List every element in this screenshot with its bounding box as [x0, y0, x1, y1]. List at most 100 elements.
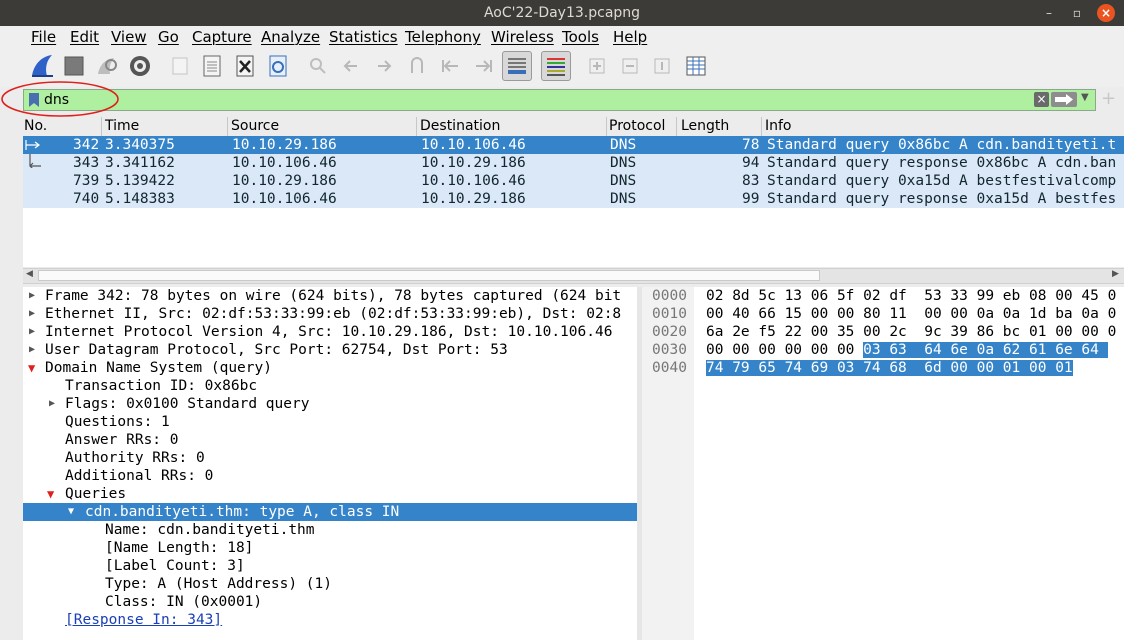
menu-capture[interactable]: Capture — [192, 28, 252, 46]
stop-capture-icon[interactable] — [59, 51, 89, 81]
tree-item-query-record[interactable]: ▼ cdn.bandityeti.thm: type A, class IN — [23, 503, 637, 521]
expand-arrow-icon: ▶ — [29, 344, 36, 355]
tree-item-questions[interactable]: Questions: 1 — [23, 413, 637, 431]
tree-item-type[interactable]: Type: A (Host Address) (1) — [23, 575, 637, 593]
tree-item-frame[interactable]: ▶ Frame 342: 78 bytes on wire (624 bits),… — [23, 287, 637, 305]
packet-row[interactable]: 342 3.340375 10.10.29.186 10.10.106.46 D… — [23, 136, 1124, 154]
open-file-icon[interactable] — [165, 51, 195, 81]
close-button[interactable]: × — [1097, 4, 1115, 22]
display-filter-bar: × ▼ — [23, 89, 1096, 111]
apply-filter-arrow-icon[interactable] — [1051, 92, 1077, 107]
maximize-button[interactable]: ▫ — [1068, 4, 1086, 22]
go-to-packet-icon[interactable] — [402, 51, 432, 81]
response-arrow-icon — [29, 154, 41, 168]
scrollbar-thumb[interactable] — [38, 270, 820, 281]
menu-wireless[interactable]: Wireless — [491, 28, 554, 46]
tree-item-name[interactable]: Name: cdn.bandityeti.thm — [23, 521, 637, 539]
tree-item-transaction-id[interactable]: Transaction ID: 0x86bc — [23, 377, 637, 395]
menu-view[interactable]: View — [111, 28, 147, 46]
hex-row[interactable]: 02 8d 5c 13 06 5f 02 df 53 33 99 eb 08 0… — [706, 287, 1116, 305]
zoom-out-icon[interactable] — [615, 51, 645, 81]
collapse-arrow-icon: ▼ — [47, 487, 55, 501]
menu-analyze[interactable]: Analyze — [261, 28, 320, 46]
capture-options-gear-icon[interactable] — [125, 51, 155, 81]
packet-details-tree: ▶ Frame 342: 78 bytes on wire (624 bits),… — [23, 287, 637, 640]
packet-bytes-pane: 0000 0010 0020 0030 0040 02 8d 5c 13 06 … — [642, 287, 1124, 640]
go-back-arrow-icon[interactable] — [336, 51, 366, 81]
red-annotation-ellipse — [1, 81, 119, 117]
column-protocol[interactable]: Protocol — [609, 118, 665, 134]
packet-row[interactable]: 739 5.139422 10.10.29.186 10.10.106.46 D… — [23, 172, 1124, 190]
go-forward-arrow-icon[interactable] — [369, 51, 399, 81]
menu-edit[interactable]: Edit — [70, 28, 99, 46]
tree-item-dns[interactable]: ▼ Domain Name System (query) — [23, 359, 637, 377]
expand-arrow-icon: ▶ — [29, 326, 36, 337]
tree-item-label-count[interactable]: [Label Count: 3] — [23, 557, 637, 575]
response-in-link[interactable]: [Response In: 343] — [23, 611, 637, 629]
highlighted-bytes: 03 63 64 6e 0a 62 61 6e 64 — [863, 342, 1108, 358]
highlighted-bytes: 74 79 65 74 69 03 74 68 6d 00 00 01 00 0… — [706, 360, 1073, 376]
shark-fin-start-icon[interactable] — [27, 51, 57, 81]
column-destination[interactable]: Destination — [420, 118, 500, 134]
autoscroll-icon[interactable] — [502, 51, 532, 81]
hex-row[interactable]: 00 00 00 00 00 00 03 63 64 6e 0a 62 61 6… — [706, 341, 1108, 359]
find-packet-search-icon[interactable] — [303, 51, 333, 81]
menu-tools[interactable]: Tools — [562, 28, 599, 46]
tree-item-flags[interactable]: ▶ Flags: 0x0100 Standard query — [23, 395, 637, 413]
menu-telephony[interactable]: Telephony — [405, 28, 481, 46]
menu-statistics[interactable]: Statistics — [329, 28, 398, 46]
tree-item-class[interactable]: Class: IN (0x0001) — [23, 593, 637, 611]
scroll-right-icon[interactable]: ▶ — [1112, 269, 1119, 279]
tree-item-authority-rrs[interactable]: Authority RRs: 0 — [23, 449, 637, 467]
resize-columns-icon[interactable] — [681, 51, 711, 81]
menu-bar: File Edit View Go Capture Analyze Statis… — [0, 26, 1124, 49]
filter-history-chevron-down-icon[interactable]: ▼ — [1081, 92, 1089, 103]
collapse-arrow-icon: ▼ — [28, 361, 36, 375]
last-packet-icon[interactable] — [468, 51, 498, 81]
minimize-button[interactable]: – — [1040, 4, 1058, 22]
packet-row[interactable]: 740 5.148383 10.10.106.46 10.10.29.186 D… — [23, 190, 1124, 208]
column-info[interactable]: Info — [765, 118, 792, 134]
main-toolbar — [0, 49, 1124, 87]
hex-row[interactable]: 00 40 66 15 00 00 80 11 00 00 0a 0a 1d b… — [706, 305, 1116, 323]
expand-arrow-icon: ▶ — [29, 308, 36, 319]
first-packet-icon[interactable] — [436, 51, 466, 81]
packet-list-header: No. Time Source Destination Protocol Len… — [23, 117, 1124, 137]
menu-file[interactable]: File — [31, 28, 56, 46]
request-arrow-icon — [25, 140, 40, 150]
tree-item-udp[interactable]: ▶ User Datagram Protocol, Src Port: 62754… — [23, 341, 637, 359]
hex-row[interactable]: 6a 2e f5 22 00 35 00 2c 9c 39 86 bc 01 0… — [706, 323, 1116, 341]
packet-list-horizontal-scrollbar[interactable]: ◀ ▶ — [23, 268, 1124, 284]
normal-size-icon[interactable] — [647, 51, 677, 81]
display-filter-input[interactable] — [44, 91, 1024, 109]
column-length[interactable]: Length — [681, 118, 729, 134]
reload-file-icon[interactable] — [263, 51, 293, 81]
tree-item-ethernet[interactable]: ▶ Ethernet II, Src: 02:df:53:33:99:eb (02… — [23, 305, 637, 323]
window-title: AoC'22-Day13.pcapng — [483, 5, 641, 21]
column-source[interactable]: Source — [231, 118, 279, 134]
zoom-in-icon[interactable] — [582, 51, 612, 81]
tree-item-queries[interactable]: ▼ Queries — [23, 485, 637, 503]
hex-row[interactable]: 74 79 65 74 69 03 74 68 6d 00 00 01 00 0… — [706, 359, 1073, 377]
menu-help[interactable]: Help — [613, 28, 647, 46]
tree-item-answer-rrs[interactable]: Answer RRs: 0 — [23, 431, 637, 449]
restart-capture-icon[interactable] — [91, 51, 121, 81]
menu-go[interactable]: Go — [158, 28, 179, 46]
tree-item-name-length[interactable]: [Name Length: 18] — [23, 539, 637, 557]
packet-list: 342 3.340375 10.10.29.186 10.10.106.46 D… — [23, 136, 1124, 267]
byte-offset: 0010 — [652, 306, 687, 322]
scroll-left-icon[interactable]: ◀ — [26, 269, 33, 279]
close-file-icon[interactable] — [230, 51, 260, 81]
add-filter-button-plus-icon[interactable]: + — [1101, 88, 1116, 109]
column-time[interactable]: Time — [105, 118, 139, 134]
collapse-arrow-icon: ▼ — [68, 506, 75, 517]
save-file-icon[interactable] — [197, 51, 227, 81]
column-no[interactable]: No. — [24, 118, 47, 134]
tree-item-ipv4[interactable]: ▶ Internet Protocol Version 4, Src: 10.10… — [23, 323, 637, 341]
byte-offset: 0030 — [652, 342, 687, 358]
packet-row[interactable]: 343 3.341162 10.10.106.46 10.10.29.186 D… — [23, 154, 1124, 172]
clear-filter-icon[interactable]: × — [1034, 92, 1049, 107]
expand-arrow-icon: ▶ — [49, 398, 56, 409]
tree-item-additional-rrs[interactable]: Additional RRs: 0 — [23, 467, 637, 485]
colorize-packets-icon[interactable] — [541, 51, 571, 81]
